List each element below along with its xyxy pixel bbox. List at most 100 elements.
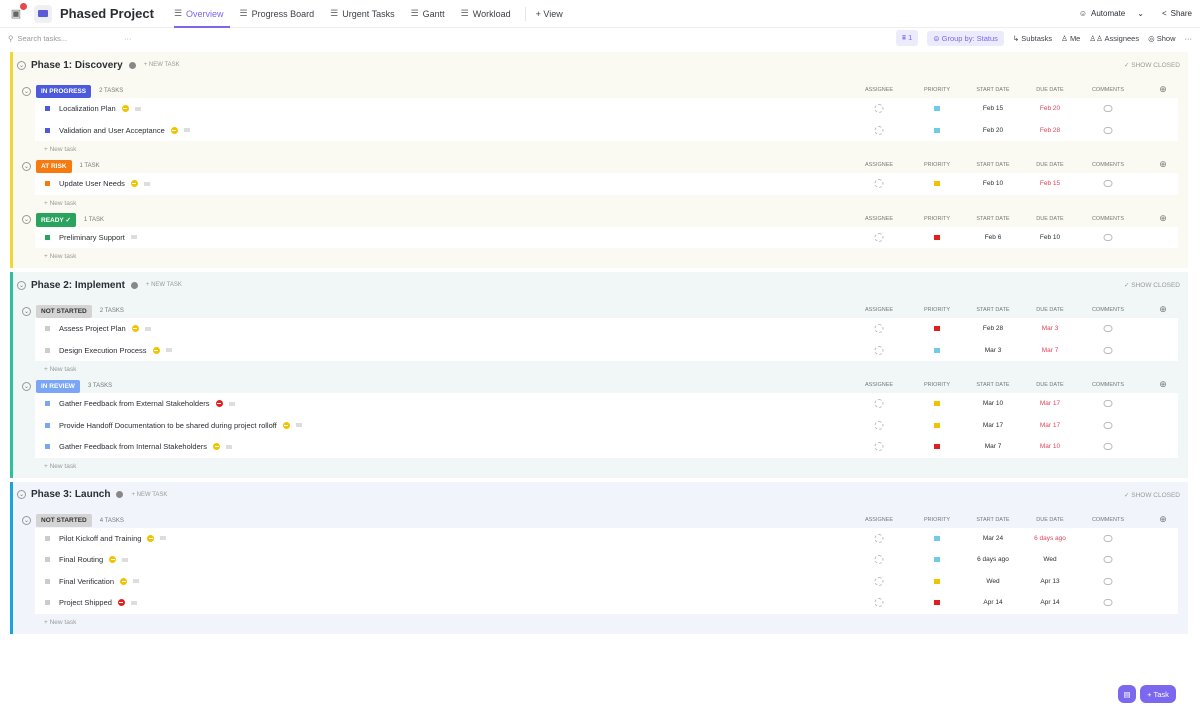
tab-overview[interactable]: ☰Overview xyxy=(168,0,230,28)
priority-flag-icon[interactable] xyxy=(934,326,940,331)
task-name[interactable]: Gather Feedback from Internal Stakeholde… xyxy=(59,442,207,451)
new-task-button[interactable]: + NEW TASK xyxy=(146,282,182,288)
task-name[interactable]: Validation and User Acceptance xyxy=(59,126,165,135)
column-header[interactable]: DUE DATE xyxy=(1036,517,1063,523)
column-header[interactable]: PRIORITY xyxy=(924,87,950,93)
add-column-icon[interactable]: ⊕ xyxy=(1159,514,1167,525)
priority-flag-icon[interactable] xyxy=(934,106,940,111)
new-task-button[interactable]: + NEW TASK xyxy=(144,62,180,68)
add-task-button[interactable]: + Task xyxy=(1140,685,1176,703)
column-header[interactable]: ASSIGNEE xyxy=(865,382,893,388)
assignee-icon[interactable] xyxy=(875,126,884,135)
new-task-link[interactable]: + New task xyxy=(44,463,1188,470)
task-row[interactable]: Final Routing6 days agoWed xyxy=(35,549,1178,571)
start-date[interactable]: Feb 28 xyxy=(983,325,1003,332)
priority-flag-icon[interactable] xyxy=(934,181,940,186)
start-date[interactable]: Apr 14 xyxy=(983,599,1002,606)
priority-flag-icon[interactable] xyxy=(934,348,940,353)
column-header[interactable]: DUE DATE xyxy=(1036,307,1063,313)
due-date[interactable]: Apr 13 xyxy=(1040,578,1059,585)
new-task-link[interactable]: + New task xyxy=(44,146,1188,153)
priority-flag-icon[interactable] xyxy=(934,401,940,406)
column-header[interactable]: ASSIGNEE xyxy=(865,307,893,313)
priority-flag-icon[interactable] xyxy=(934,444,940,449)
start-date[interactable]: Feb 15 xyxy=(983,105,1003,112)
column-header[interactable]: DUE DATE xyxy=(1036,162,1063,168)
start-date[interactable]: Feb 20 xyxy=(983,127,1003,134)
task-row[interactable]: Final VerificationWedApr 13 xyxy=(35,571,1178,593)
due-date[interactable]: Apr 14 xyxy=(1040,599,1059,606)
collapse-icon[interactable]: ⌄ xyxy=(17,61,26,70)
task-row[interactable]: Gather Feedback from External Stakeholde… xyxy=(35,393,1178,415)
add-column-icon[interactable]: ⊕ xyxy=(1159,159,1167,170)
column-header[interactable]: COMMENTS xyxy=(1092,162,1124,168)
column-header[interactable]: DUE DATE xyxy=(1036,87,1063,93)
show-closed-button[interactable]: ✓ SHOW CLOSED xyxy=(1124,61,1180,69)
priority-flag-icon[interactable] xyxy=(934,235,940,240)
assignee-icon[interactable] xyxy=(875,598,884,607)
priority-flag-icon[interactable] xyxy=(934,128,940,133)
due-date[interactable]: Feb 20 xyxy=(1040,105,1060,112)
status-square-icon[interactable] xyxy=(45,401,50,406)
add-column-icon[interactable]: ⊕ xyxy=(1159,304,1167,315)
priority-flag-icon[interactable] xyxy=(934,600,940,605)
collapse-icon[interactable]: ⌄ xyxy=(22,162,31,171)
comment-icon[interactable] xyxy=(1104,535,1113,542)
status-square-icon[interactable] xyxy=(45,106,50,111)
new-task-link[interactable]: + New task xyxy=(44,619,1188,626)
status-badge[interactable]: NOT STARTED xyxy=(36,305,92,318)
docs-button[interactable]: ▤ xyxy=(1118,685,1136,703)
column-header[interactable]: COMMENTS xyxy=(1092,87,1124,93)
status-square-icon[interactable] xyxy=(45,579,50,584)
add-column-icon[interactable]: ⊕ xyxy=(1159,213,1167,224)
collapse-icon[interactable]: ⌄ xyxy=(22,382,31,391)
status-square-icon[interactable] xyxy=(45,326,50,331)
task-row[interactable]: Project ShippedApr 14Apr 14 xyxy=(35,592,1178,614)
status-square-icon[interactable] xyxy=(45,128,50,133)
me-button[interactable]: ♙ Me xyxy=(1061,34,1080,43)
add-view-button[interactable]: + View xyxy=(530,0,569,28)
column-header[interactable]: PRIORITY xyxy=(924,216,950,222)
column-header[interactable]: PRIORITY xyxy=(924,382,950,388)
due-date[interactable]: 6 days ago xyxy=(1034,535,1066,542)
start-date[interactable]: Mar 7 xyxy=(985,443,1002,450)
info-icon[interactable] xyxy=(131,282,138,289)
comment-icon[interactable] xyxy=(1104,599,1113,606)
assignee-icon[interactable] xyxy=(875,577,884,586)
info-icon[interactable] xyxy=(116,491,123,498)
comment-icon[interactable] xyxy=(1104,443,1113,450)
column-header[interactable]: START DATE xyxy=(976,216,1009,222)
status-square-icon[interactable] xyxy=(45,444,50,449)
assignee-icon[interactable] xyxy=(875,233,884,242)
task-row[interactable]: Gather Feedback from Internal Stakeholde… xyxy=(35,436,1178,458)
tab-progress-board[interactable]: ☰Progress Board xyxy=(234,0,321,28)
comment-icon[interactable] xyxy=(1104,347,1113,354)
column-header[interactable]: START DATE xyxy=(976,307,1009,313)
comment-icon[interactable] xyxy=(1104,325,1113,332)
start-date[interactable]: Mar 3 xyxy=(985,347,1002,354)
assignee-icon[interactable] xyxy=(875,399,884,408)
comment-icon[interactable] xyxy=(1104,127,1113,134)
task-row[interactable]: Validation and User AcceptanceFeb 20Feb … xyxy=(35,120,1178,142)
info-icon[interactable] xyxy=(129,62,136,69)
comment-icon[interactable] xyxy=(1104,180,1113,187)
collapse-icon[interactable]: ⌄ xyxy=(22,516,31,525)
new-task-link[interactable]: + New task xyxy=(44,253,1188,260)
column-header[interactable]: ASSIGNEE xyxy=(865,216,893,222)
column-header[interactable]: DUE DATE xyxy=(1036,216,1063,222)
task-name[interactable]: Gather Feedback from External Stakeholde… xyxy=(59,399,210,408)
assignee-icon[interactable] xyxy=(875,534,884,543)
column-header[interactable]: ASSIGNEE xyxy=(865,87,893,93)
collapse-icon[interactable]: ⌄ xyxy=(22,307,31,316)
due-date[interactable]: Mar 7 xyxy=(1042,347,1059,354)
assignee-icon[interactable] xyxy=(875,421,884,430)
column-header[interactable]: ASSIGNEE xyxy=(865,162,893,168)
task-name[interactable]: Preliminary Support xyxy=(59,233,125,242)
column-header[interactable]: START DATE xyxy=(976,382,1009,388)
column-header[interactable]: PRIORITY xyxy=(924,517,950,523)
automate-button[interactable]: ☺Automate⌄ xyxy=(1079,9,1144,18)
task-name[interactable]: Final Routing xyxy=(59,555,103,564)
start-date[interactable]: Feb 10 xyxy=(983,180,1003,187)
due-date[interactable]: Mar 17 xyxy=(1040,400,1060,407)
new-task-link[interactable]: + New task xyxy=(44,366,1188,373)
